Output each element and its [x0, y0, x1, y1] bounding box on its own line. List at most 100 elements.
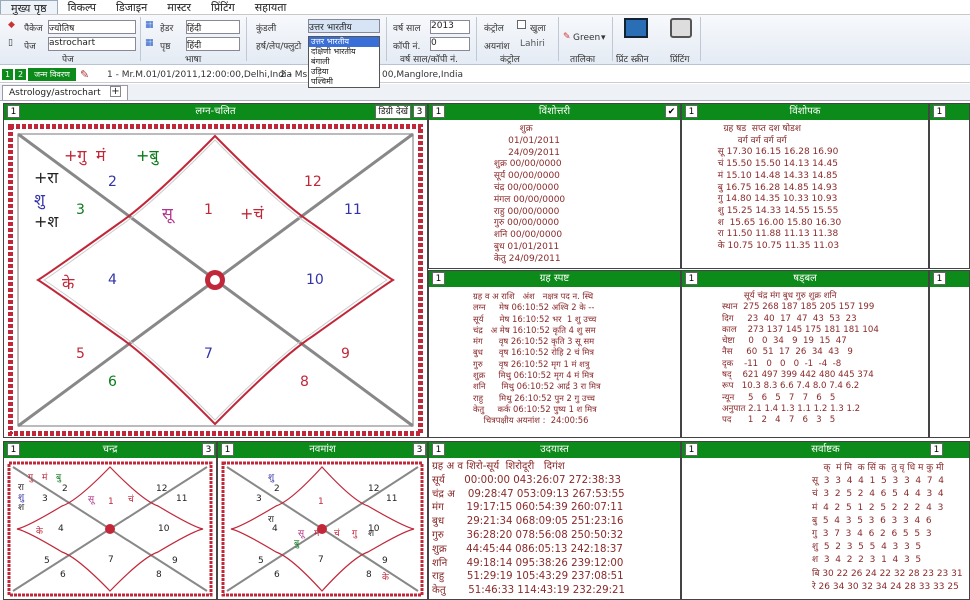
navamsha-house-7: 7: [318, 555, 324, 565]
navamsha-panel: नवमांश 1 3 1 2 3 4 5 6 7 8 9 10 11 12 शु…: [217, 441, 428, 600]
chandra-planet-ketu: के: [36, 527, 43, 537]
open-label: खुला: [530, 24, 546, 34]
navamsha-house-4: 4: [272, 524, 278, 534]
year-select[interactable]: 2013: [430, 20, 470, 34]
sarvashtak-table: क् मं मि क सिं क तु वृ धि म कु मी सू 3 3…: [812, 463, 963, 592]
navamsha-btn3[interactable]: 3: [413, 443, 426, 456]
menu-home[interactable]: मुख्य पृष्ठ: [0, 0, 58, 15]
degree-view-button[interactable]: डिग्री देखें: [375, 105, 411, 119]
kundli-label: कुंडली: [256, 24, 277, 34]
chandra-planet-chandra: चं: [128, 495, 134, 505]
planet-shani: +श: [34, 212, 59, 231]
lagna-btn3[interactable]: 3: [413, 105, 426, 118]
house-7: 7: [204, 346, 213, 362]
chandra-house-11: 11: [176, 494, 188, 504]
birth-details-button[interactable]: जन्म विवरण: [28, 68, 76, 81]
doc-tab-label: Astrology/astrochart: [9, 88, 101, 98]
sarvashtak-panel: सर्वाष्टक 1 1 क् मं मि क सिं क तु वृ धि …: [681, 441, 970, 600]
color-icon: ✎: [563, 32, 571, 42]
side-panel-mid-number[interactable]: 1: [933, 272, 946, 285]
control-label: कंट्रोल: [484, 24, 504, 34]
sarvashtak-number-2[interactable]: 1: [930, 443, 943, 456]
shadbal-number[interactable]: 1: [685, 272, 698, 285]
kundli-select[interactable]: उत्तर भारतीय: [308, 19, 380, 33]
ayanamsha-value[interactable]: Lahiri: [520, 39, 545, 49]
menu-help[interactable]: सहायता: [245, 0, 297, 14]
add-tab-icon[interactable]: +: [110, 86, 121, 97]
chandra-house-3: 3: [42, 494, 48, 504]
header-select[interactable]: हिंदी: [186, 20, 240, 34]
color-select[interactable]: Green: [573, 33, 600, 43]
planet-chandra: +चं: [240, 204, 264, 223]
open-checkbox[interactable]: [517, 20, 526, 29]
print-screen-label[interactable]: प्रिंट स्क्रीन: [616, 52, 649, 65]
body-select[interactable]: हिंदी: [186, 37, 240, 51]
dropdown-option-south[interactable]: दक्षिणी भारतीय: [309, 47, 379, 57]
grah-title: ग्रह स्पष्ट: [539, 273, 570, 284]
sarvashtak-header: सर्वाष्टक: [682, 442, 969, 458]
chandra-panel: चन्द्र 1 3 1 2 3 4 5 6 7 8 9 10 11 12 सू…: [3, 441, 217, 600]
chandra-house-5: 5: [44, 556, 50, 566]
group-control-label: कंट्रोल: [500, 55, 520, 65]
check-icon[interactable]: ✔: [665, 105, 678, 118]
vimshopak-number[interactable]: 1: [685, 105, 698, 118]
printer-icon[interactable]: [670, 18, 692, 38]
navamsha-house-1: 1: [318, 497, 324, 507]
chandra-house-10: 10: [158, 524, 170, 534]
header-label: हेडर: [160, 24, 174, 34]
record-button-2[interactable]: 2: [15, 69, 26, 80]
menu-options[interactable]: विकल्प: [58, 0, 106, 14]
copy-select[interactable]: 0: [430, 37, 470, 51]
page-select[interactable]: astrochart: [48, 37, 136, 51]
edit-icon[interactable]: ✎: [80, 68, 89, 81]
lagna-number[interactable]: 1: [7, 105, 20, 118]
chandra-btn3[interactable]: 3: [202, 443, 215, 456]
record-button-1[interactable]: 1: [2, 69, 13, 80]
house-5: 5: [76, 346, 85, 362]
vimshottari-number[interactable]: 1: [432, 105, 445, 118]
shadbal-table: सूर्य चंद्र मंग बुध गुरु शुक्र शनि स्थान…: [722, 291, 879, 426]
chandra-number[interactable]: 1: [7, 443, 20, 456]
navamsha-house-12: 12: [368, 484, 380, 494]
record-2-tail: 00,Manglore,India: [382, 70, 464, 80]
chandra-planet-budh: बु: [56, 473, 62, 483]
package-select[interactable]: ज्योतिष: [48, 20, 136, 34]
planet-mangal: मं: [96, 146, 106, 165]
house-8: 8: [300, 374, 309, 390]
navamsha-house-8: 8: [366, 570, 372, 580]
chandra-house-7: 7: [108, 555, 114, 565]
lagna-header: लग्न-चलित: [4, 104, 427, 120]
navamsha-house-3: 3: [256, 494, 262, 504]
dropdown-option-bengali[interactable]: बंगाली: [309, 57, 379, 67]
dropdown-option-north[interactable]: उत्तर भारतीय: [309, 37, 379, 47]
house-11: 11: [344, 202, 362, 218]
menu-master[interactable]: मास्टर: [157, 0, 201, 14]
navamsha-number[interactable]: 1: [221, 443, 234, 456]
vimshopak-panel: विंशोपक 1 ग्रह षड सप्त दश षोडश वर्ग वर्ग…: [681, 103, 929, 269]
chandra-house-4: 4: [58, 524, 64, 534]
grah-panel: ग्रह स्पष्ट 1 ग्रह व अ राशि अंश नक्षत्र …: [428, 270, 681, 438]
chandra-house-6: 6: [60, 570, 66, 580]
menu-printing[interactable]: प्रिंटिंग: [201, 0, 245, 14]
group-table-label: तालिका: [570, 55, 596, 65]
record-1[interactable]: 1 - Mr.M.01/01/2011,12:00:00,Delhi,India: [107, 70, 292, 80]
vimshopak-title: विंशोपक: [789, 106, 821, 117]
navamsha-house-2: 2: [274, 484, 280, 494]
udayast-number[interactable]: 1: [432, 443, 445, 456]
chandra-house-2: 2: [62, 484, 68, 494]
body-label: पृष्ठ: [160, 42, 171, 52]
dropdown-option-western[interactable]: पश्चिमी: [309, 77, 379, 87]
vimshopak-header: विंशोपक: [682, 104, 928, 120]
chandra-header: चन्द्र: [4, 442, 216, 458]
monitor-icon[interactable]: [624, 18, 648, 38]
chandra-planet-shukra: शु: [18, 493, 25, 503]
header-icon: ▦: [145, 20, 154, 30]
dropdown-option-oriya[interactable]: उड़िया: [309, 67, 379, 77]
printing-label[interactable]: प्रिंटिंग: [670, 52, 689, 65]
chandra-house-9: 9: [172, 556, 178, 566]
side-panel-top-number[interactable]: 1: [933, 105, 946, 118]
sarvashtak-number[interactable]: 1: [685, 443, 698, 456]
menu-design[interactable]: डिजाइन: [106, 0, 157, 14]
udayast-table: ग्रह अ व शिरो-सूर्य शिरोदूरी दिगंश सूर्य…: [432, 461, 626, 597]
grah-number[interactable]: 1: [432, 272, 445, 285]
